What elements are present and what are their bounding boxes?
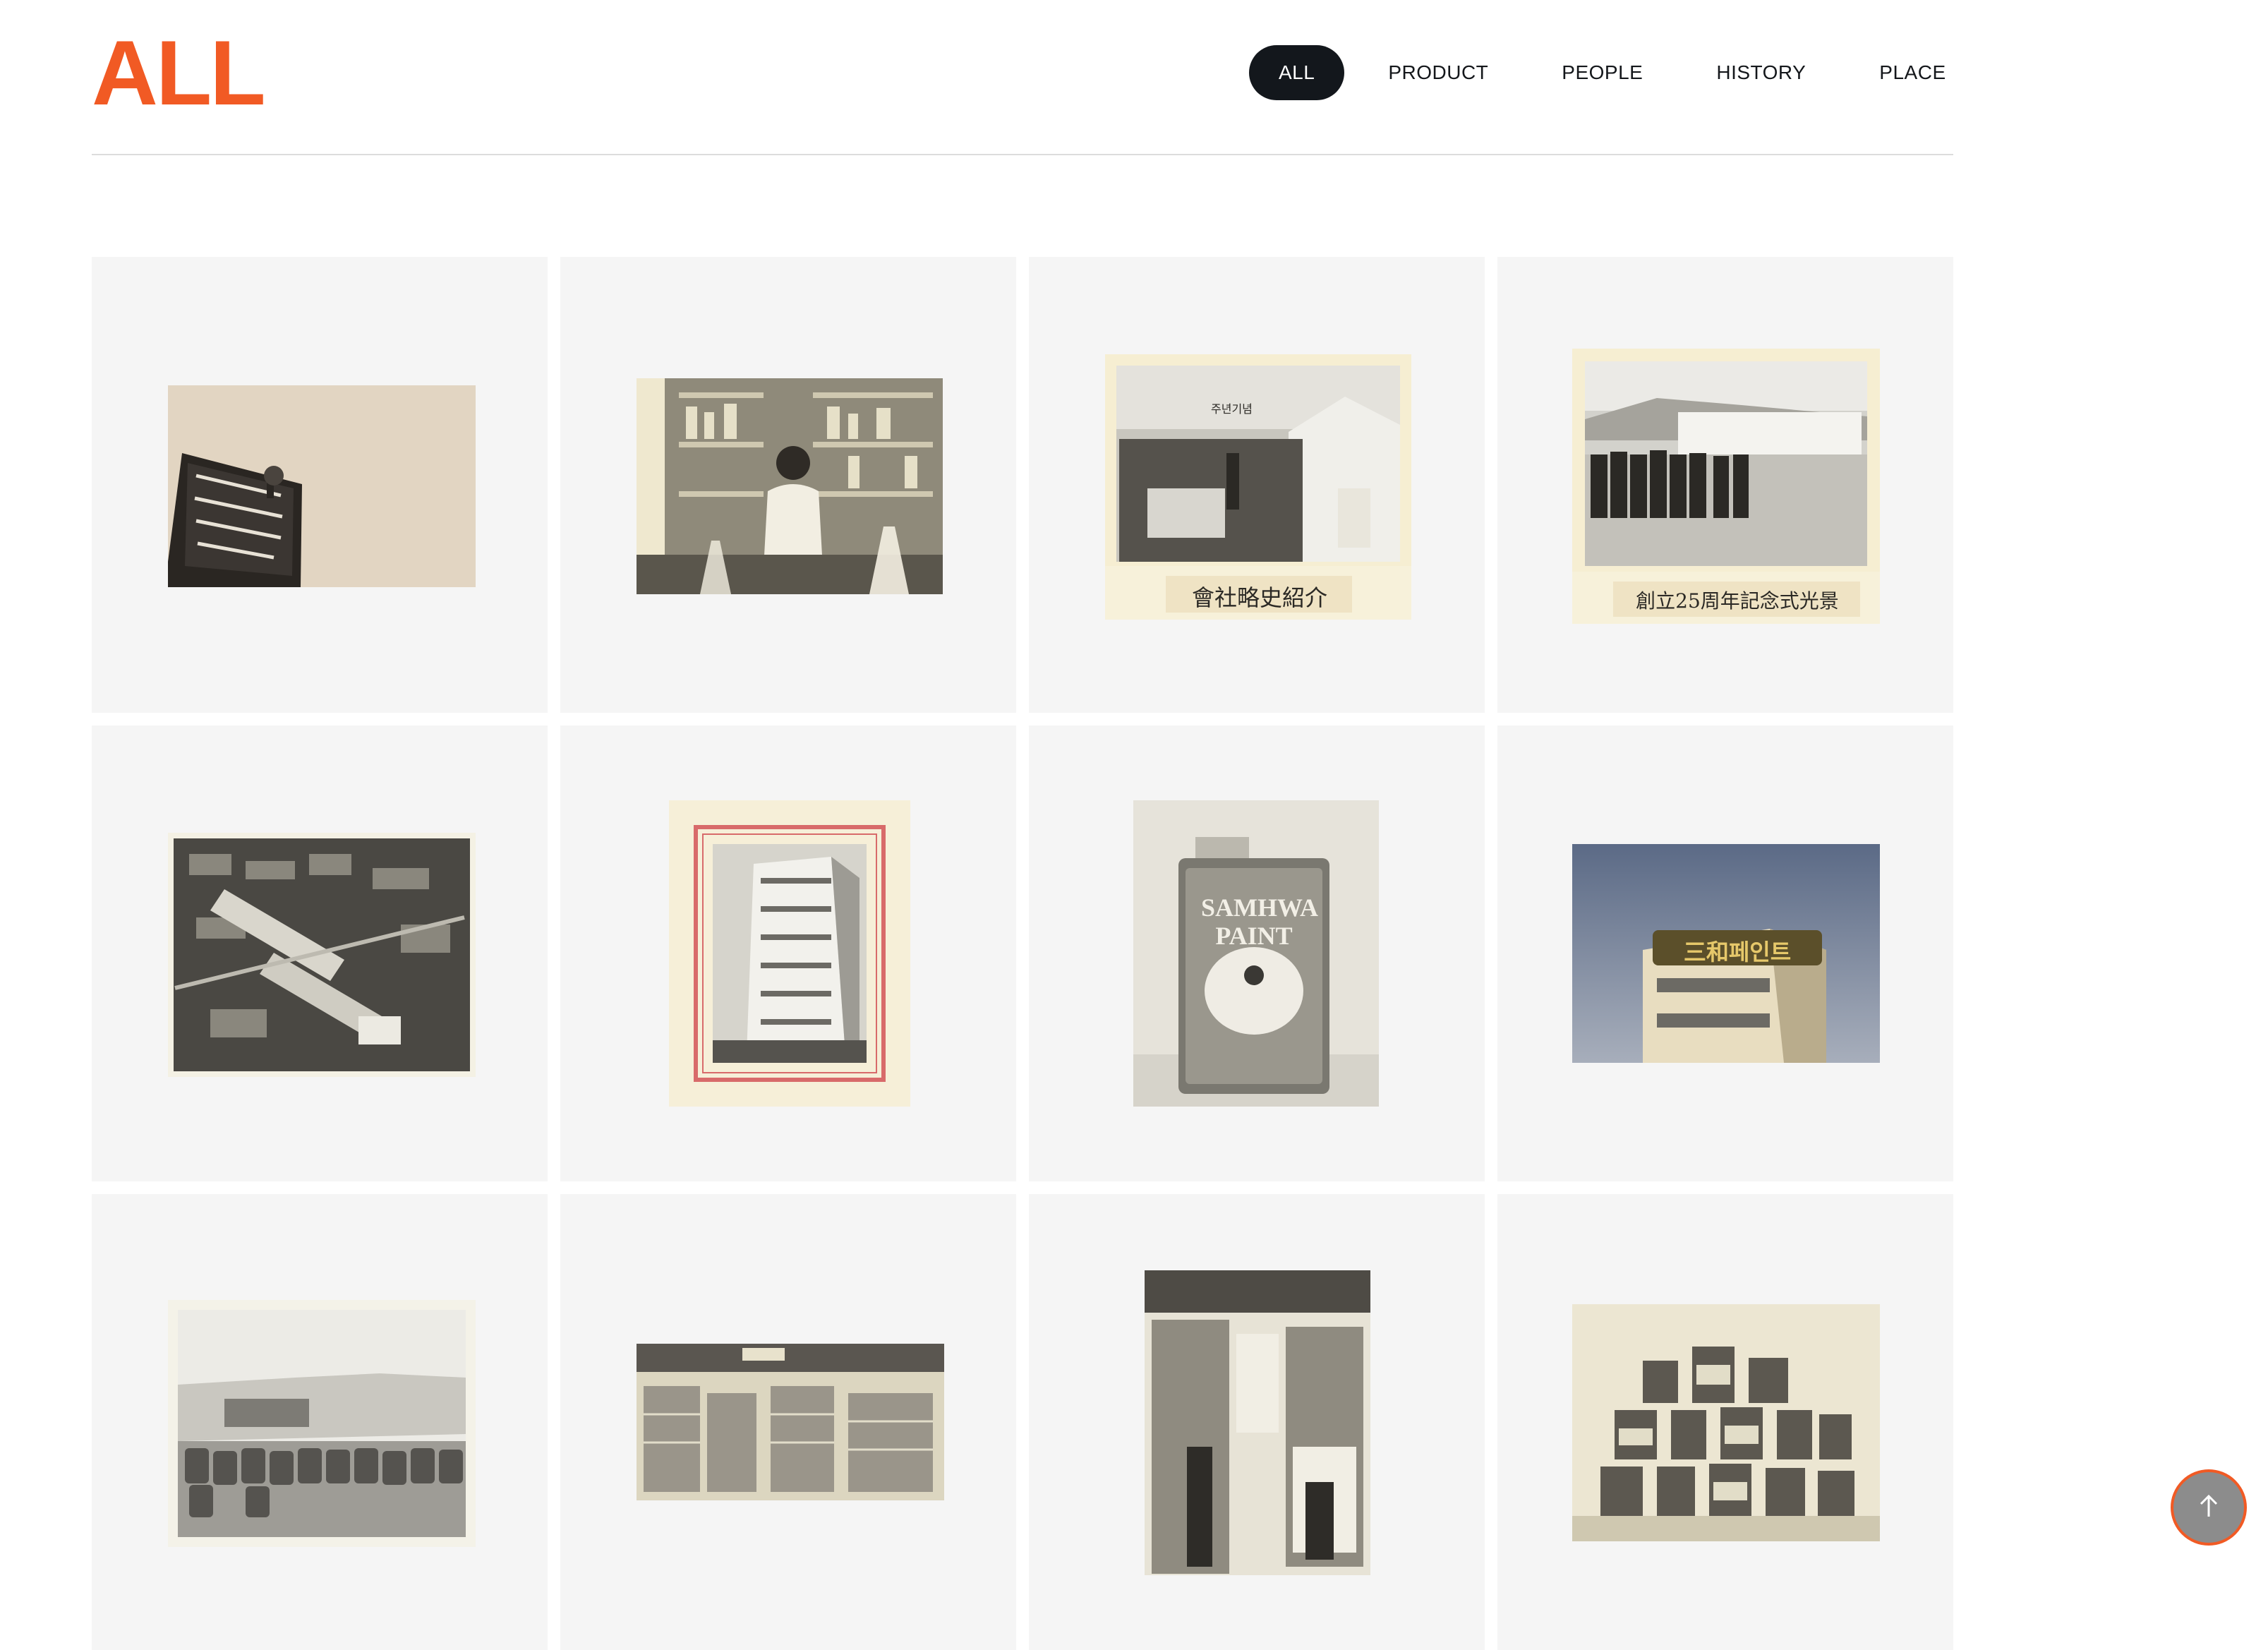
gallery-card[interactable] [92,1194,548,1650]
filter-tab-place[interactable]: PLACE [1850,45,1975,100]
filter-tab-all[interactable]: ALL [1249,45,1345,100]
photo-gallery-grid: 주년기념 會社略史紹介 創立25周年記念式光景 SAMHWA PAINT 三和페… [92,257,1953,1650]
aerial-factory-photo [168,833,476,1077]
header-divider [92,154,1953,155]
gallery-card[interactable]: 주년기념 會社略史紹介 [1029,257,1485,713]
booth-sign: 주년기념 [1211,404,1253,416]
page-title: ALL [92,21,266,124]
gallery-card[interactable] [1029,1194,1485,1650]
gallery-card[interactable] [560,1194,1016,1650]
warehouse-photo [637,1344,944,1500]
filter-tab-people[interactable]: PEOPLE [1532,45,1672,100]
photo-caption: 會社略史紹介 [1191,584,1327,611]
anniversary-ceremony-photo: 創立25周年記念式光景 [1572,349,1880,624]
stockroom-photo [1145,1270,1370,1575]
photo-caption: 創立25周年記念式光景 [1636,589,1839,613]
product-lineup-photo [1572,1304,1880,1541]
gallery-card[interactable] [560,257,1016,713]
signboard-photo [168,385,476,587]
laboratory-photo [637,378,943,594]
building-sign: 三和페인트 [1683,939,1792,965]
gallery-card[interactable]: SAMHWA PAINT [1029,725,1485,1181]
scroll-to-top-button[interactable] [2171,1469,2247,1546]
gallery-card[interactable] [1497,1194,1953,1650]
category-filter-nav: ALL PRODUCT PEOPLE HISTORY PLACE [1249,45,1990,100]
gallery-card[interactable]: 創立25周年記念式光景 [1497,257,1953,713]
exhibition-booth-photo: 주년기념 會社略史紹介 [1105,354,1411,620]
barrel-yard-photo [168,1300,476,1547]
can-label: SAMHWA PAINT [1201,893,1319,950]
gallery-card[interactable] [92,257,548,713]
gallery-card[interactable] [92,725,548,1181]
paint-can-photo: SAMHWA PAINT [1133,800,1379,1107]
filter-tab-product[interactable]: PRODUCT [1358,45,1518,100]
gallery-card[interactable]: 三和페인트 [1497,725,1953,1181]
filter-tab-history[interactable]: HISTORY [1687,45,1835,100]
building-sign-photo: 三和페인트 [1572,844,1880,1063]
office-building-photo [669,800,910,1107]
gallery-card[interactable] [560,725,1016,1181]
arrow-up-icon [2198,1494,2219,1522]
